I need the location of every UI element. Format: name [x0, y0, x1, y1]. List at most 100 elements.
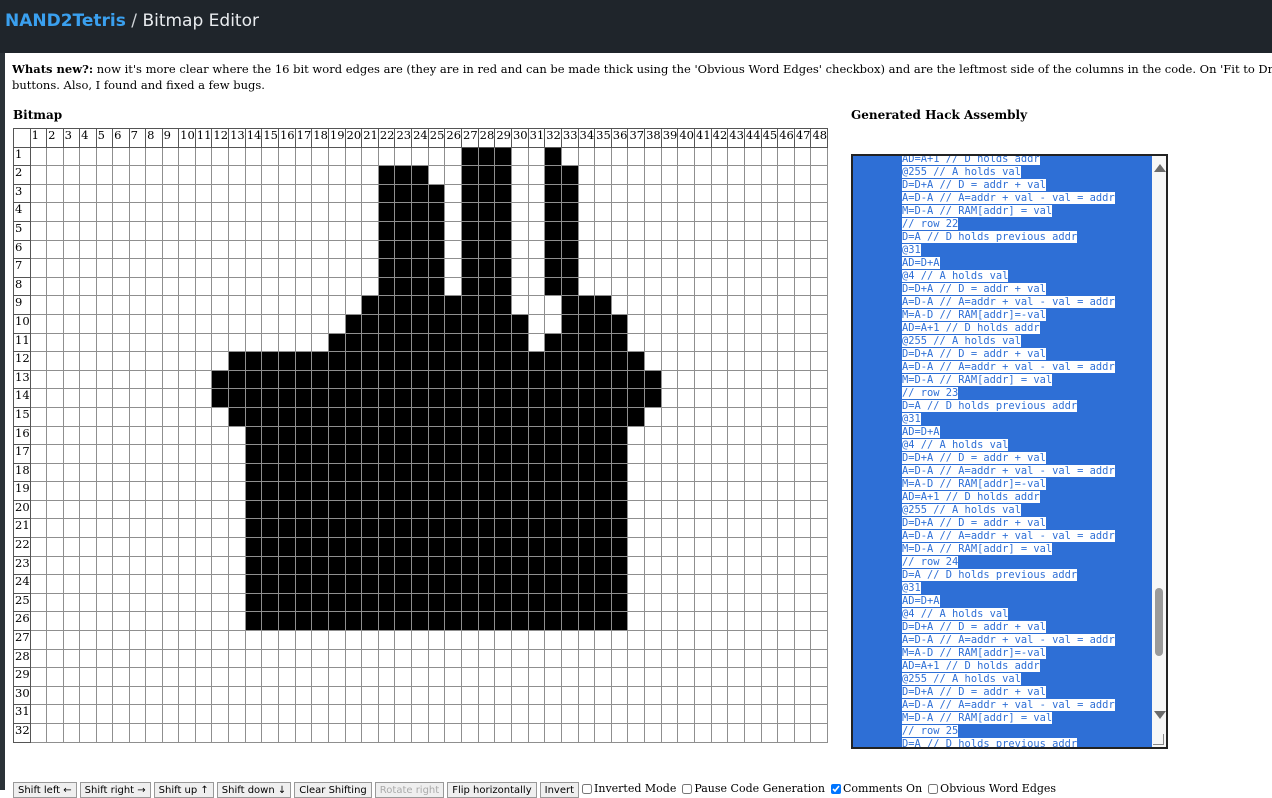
pixel-cell[interactable] — [677, 369, 695, 390]
pixel-cell[interactable] — [777, 202, 795, 222]
pixel-cell[interactable] — [145, 220, 163, 241]
pixel-cell[interactable] — [793, 369, 812, 390]
pixel-cell[interactable] — [361, 351, 379, 371]
pixel-cell[interactable] — [644, 388, 662, 408]
pixel-cell[interactable] — [311, 462, 329, 483]
pixel-cell[interactable] — [178, 444, 196, 464]
pixel-cell[interactable] — [694, 537, 712, 557]
pixel-cell[interactable] — [194, 667, 213, 687]
pixel-cell[interactable] — [327, 574, 346, 594]
pixel-cell[interactable] — [594, 351, 612, 371]
pixel-cell[interactable] — [361, 146, 379, 167]
pixel-cell[interactable] — [627, 388, 646, 408]
pixel-cell[interactable] — [128, 444, 147, 464]
pixel-cell[interactable] — [494, 183, 512, 204]
pixel-cell[interactable] — [128, 313, 147, 334]
pixel-cell[interactable] — [810, 369, 829, 390]
pixel-cell[interactable] — [161, 220, 180, 241]
pixel-cell[interactable] — [461, 630, 479, 650]
pixel-cell[interactable] — [461, 183, 479, 204]
pixel-cell[interactable] — [760, 648, 779, 669]
pixel-cell[interactable] — [377, 462, 396, 483]
pixel-cell[interactable] — [760, 239, 779, 260]
pixel-cell[interactable] — [327, 258, 346, 278]
pixel-cell[interactable] — [261, 239, 279, 260]
pixel-cell[interactable] — [29, 220, 48, 241]
pixel-cell[interactable] — [594, 611, 612, 632]
pixel-cell[interactable] — [311, 537, 329, 557]
pixel-cell[interactable] — [244, 574, 263, 594]
rotate-right-button[interactable]: Rotate right — [374, 782, 445, 798]
pixel-cell[interactable] — [244, 537, 263, 557]
pixel-cell[interactable] — [710, 425, 729, 446]
pixel-cell[interactable] — [128, 723, 147, 743]
pixel-cell[interactable] — [361, 574, 379, 594]
pixel-cell[interactable] — [444, 648, 463, 669]
pixel-cell[interactable] — [344, 592, 363, 613]
pixel-cell[interactable] — [311, 425, 329, 446]
pixel-cell[interactable] — [361, 239, 379, 260]
pixel-cell[interactable] — [810, 574, 829, 594]
pixel-cell[interactable] — [444, 388, 463, 408]
pixel-cell[interactable] — [95, 518, 114, 539]
pixel-cell[interactable] — [79, 704, 97, 724]
pixel-cell[interactable] — [660, 239, 679, 260]
pixel-cell[interactable] — [461, 444, 479, 464]
pixel-cell[interactable] — [344, 499, 363, 520]
pixel-cell[interactable] — [394, 332, 413, 353]
pixel-cell[interactable] — [277, 481, 296, 501]
pixel-cell[interactable] — [577, 555, 596, 576]
pixel-cell[interactable] — [461, 592, 479, 613]
pixel-cell[interactable] — [810, 276, 829, 297]
pixel-cell[interactable] — [228, 611, 246, 632]
pixel-cell[interactable] — [327, 425, 346, 446]
pixel-cell[interactable] — [178, 481, 196, 501]
pixel-cell[interactable] — [46, 723, 64, 743]
pixel-cell[interactable] — [344, 555, 363, 576]
pixel-cell[interactable] — [427, 183, 446, 204]
pixel-cell[interactable] — [145, 406, 163, 427]
pixel-cell[interactable] — [810, 258, 829, 278]
pixel-cell[interactable] — [178, 685, 196, 706]
pixel-cell[interactable] — [377, 165, 396, 185]
pixel-cell[interactable] — [29, 723, 48, 743]
pixel-cell[interactable] — [777, 537, 795, 557]
pixel-cell[interactable] — [344, 165, 363, 185]
pixel-cell[interactable] — [527, 685, 546, 706]
pixel-cell[interactable] — [527, 555, 546, 576]
pixel-cell[interactable] — [194, 258, 213, 278]
pixel-cell[interactable] — [211, 351, 230, 371]
pixel-cell[interactable] — [710, 295, 729, 315]
pixel-cell[interactable] — [660, 220, 679, 241]
pixel-cell[interactable] — [46, 592, 64, 613]
pixel-cell[interactable] — [228, 481, 246, 501]
pixel-cell[interactable] — [427, 332, 446, 353]
pixel-cell[interactable] — [594, 165, 612, 185]
pixel-cell[interactable] — [594, 537, 612, 557]
pixel-cell[interactable] — [145, 704, 163, 724]
pixel-cell[interactable] — [95, 574, 114, 594]
pixel-cell[interactable] — [560, 332, 579, 353]
pixel-cell[interactable] — [544, 611, 562, 632]
pixel-cell[interactable] — [261, 574, 279, 594]
pixel-cell[interactable] — [361, 406, 379, 427]
pixel-cell[interactable] — [161, 388, 180, 408]
pixel-cell[interactable] — [145, 481, 163, 501]
pixel-cell[interactable] — [677, 574, 695, 594]
pixel-cell[interactable] — [743, 165, 762, 185]
pixel-cell[interactable] — [228, 462, 246, 483]
pixel-cell[interactable] — [178, 388, 196, 408]
pixel-cell[interactable] — [79, 444, 97, 464]
pixel-cell[interactable] — [810, 220, 829, 241]
pixel-cell[interactable] — [627, 258, 646, 278]
pixel-cell[interactable] — [694, 685, 712, 706]
pixel-cell[interactable] — [477, 444, 496, 464]
pixel-cell[interactable] — [627, 406, 646, 427]
pixel-cell[interactable] — [477, 481, 496, 501]
pixel-cell[interactable] — [694, 406, 712, 427]
pixel-cell[interactable] — [194, 351, 213, 371]
pixel-cell[interactable] — [112, 258, 130, 278]
pixel-cell[interactable] — [743, 276, 762, 297]
pixel-cell[interactable] — [411, 555, 429, 576]
pixel-cell[interactable] — [178, 667, 196, 687]
